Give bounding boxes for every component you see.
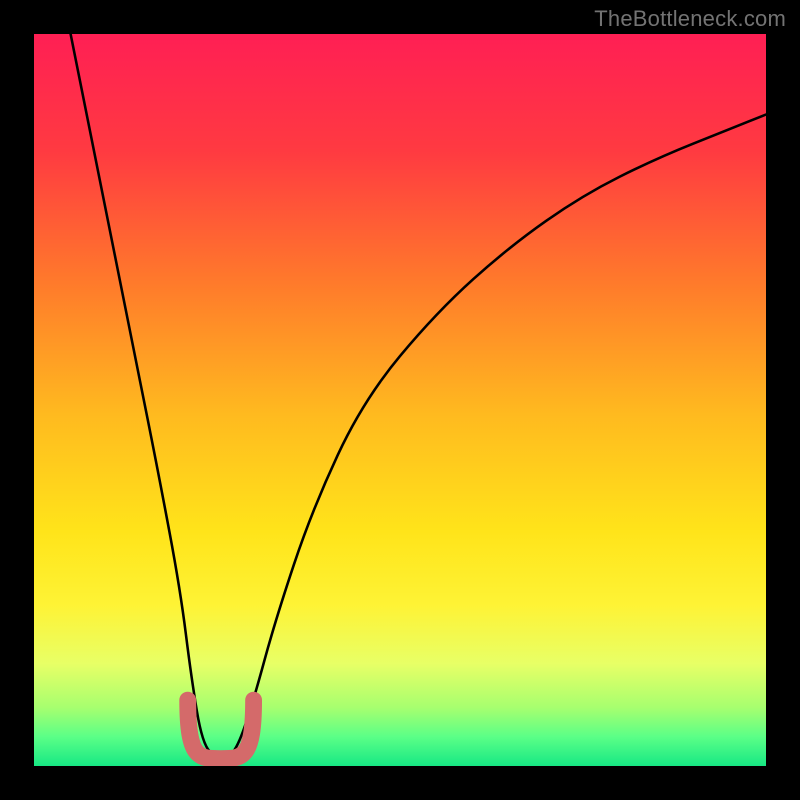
plot-area xyxy=(34,34,766,766)
watermark-text: TheBottleneck.com xyxy=(594,6,786,32)
bottleneck-curve-svg xyxy=(34,34,766,766)
chart-stage: TheBottleneck.com xyxy=(0,0,800,800)
bottleneck-curve-path xyxy=(71,34,766,759)
